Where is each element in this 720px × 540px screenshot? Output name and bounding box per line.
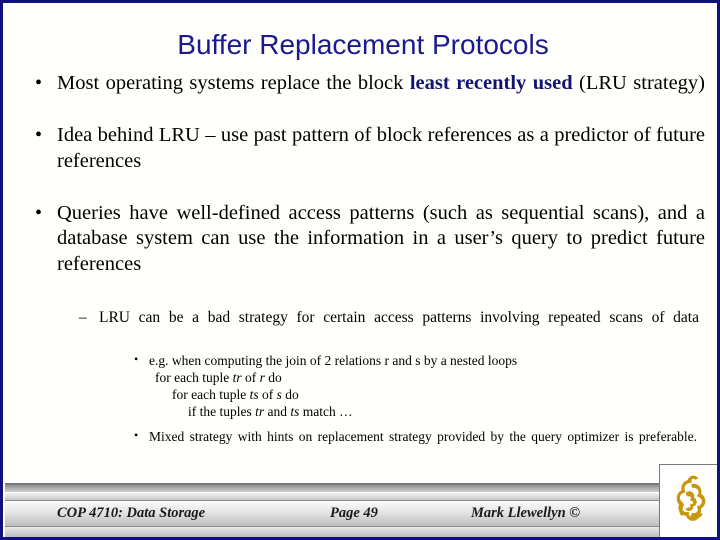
sub-sub-bullet-marker: • <box>134 427 139 442</box>
code-text-after: do <box>264 369 282 385</box>
code-text-after: match … <box>299 403 353 419</box>
sub-sub-bullet-text: e.g. when computing the join of 2 relati… <box>149 352 518 368</box>
bullet-text-after: (LRU strategy) <box>572 72 705 94</box>
bullet-item: • Idea behind LRU – use past pattern of … <box>21 123 705 200</box>
bullet-text: Idea behind LRU – use past pattern of bl… <box>57 124 705 172</box>
ucf-pegasus-logo <box>659 464 717 537</box>
code-text-before: for each tuple <box>155 369 233 385</box>
code-text-middle: and <box>264 403 291 419</box>
code-text-middle: of <box>258 386 277 402</box>
sub-bullet-item: – LRU can be a bad strategy for certain … <box>21 308 705 346</box>
code-text-after: do <box>281 386 299 402</box>
sub-sub-bullet-item: • Mixed strategy with hints on replaceme… <box>21 428 705 462</box>
bullet-marker: • <box>35 124 43 146</box>
slide: Buffer Replacement Protocols • Most oper… <box>0 0 720 540</box>
slide-body: • Most operating systems replace the blo… <box>21 71 705 462</box>
code-line: for each tuple tr of r do <box>21 369 705 386</box>
slide-footer: COP 4710: Data Storage Page 49 Mark Llew… <box>3 464 717 537</box>
code-italic-var: ts <box>249 386 259 402</box>
sub-sub-bullet-text: Mixed strategy with hints on replacement… <box>149 428 697 444</box>
sub-bullet-marker: – <box>79 308 87 326</box>
bullet-item: • Queries have well-defined access patte… <box>21 201 705 303</box>
footer-page-number: Page 49 <box>330 505 378 521</box>
code-italic-var: tr <box>232 369 242 385</box>
sub-bullet-text: LRU can be a bad strategy for certain ac… <box>99 308 699 326</box>
bullet-text: Most operating systems replace the block… <box>57 71 705 122</box>
bullet-marker: • <box>35 201 43 224</box>
footer-bar-thin <box>5 493 717 501</box>
page-title: Buffer Replacement Protocols <box>177 29 549 60</box>
code-line: if the tuples tr and ts match … <box>21 403 705 420</box>
footer-bar-top <box>5 483 717 493</box>
bullet-item: • Most operating systems replace the blo… <box>21 71 705 122</box>
bullet-marker: • <box>35 72 43 94</box>
code-line: for each tuple ts of s do <box>21 386 705 403</box>
footer-bar-bottom <box>5 527 717 537</box>
code-italic-var: tr <box>255 403 265 419</box>
code-text-before: for each tuple <box>172 386 250 402</box>
footer-course-label: COP 4710: Data Storage <box>57 505 206 521</box>
code-text-before: if the tuples <box>188 403 256 419</box>
sub-sub-bullet-item: • e.g. when computing the join of 2 rela… <box>21 352 705 369</box>
bullet-text-before: Most operating systems replace the block <box>57 72 410 94</box>
footer-author-label: Mark Llewellyn © <box>471 505 581 521</box>
bullet-text-highlight: least recently used <box>409 72 573 94</box>
bullet-text: Queries have well-defined access pattern… <box>57 201 705 275</box>
sub-sub-bullet-marker: • <box>134 351 139 366</box>
code-text-middle: of <box>241 369 260 385</box>
